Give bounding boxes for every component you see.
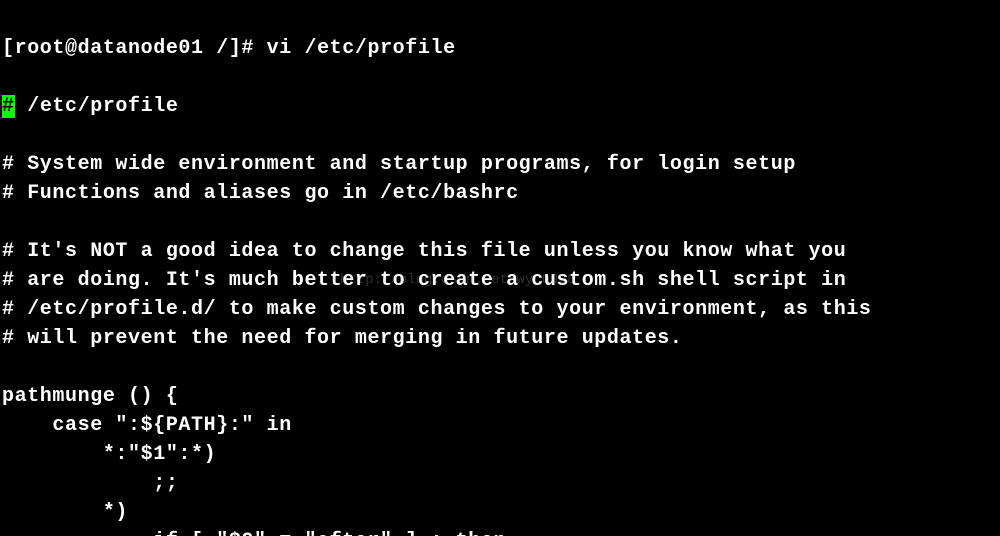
file-line: pathmunge () { (2, 385, 178, 408)
file-line: ;; (2, 472, 178, 495)
file-line: *) (2, 501, 128, 524)
file-line: # are doing. It's much better to create … (2, 269, 846, 292)
terminal-window[interactable]: [root@datanode01 /]# vi /etc/profile # /… (0, 0, 1000, 536)
file-line: *:"$1":*) (2, 443, 216, 466)
command-text: vi /etc/profile (267, 37, 456, 60)
file-line: # Functions and aliases go in /etc/bashr… (2, 182, 519, 205)
vi-cursor: # (2, 95, 15, 118)
file-header: /etc/profile (15, 95, 179, 118)
file-line: # System wide environment and startup pr… (2, 153, 796, 176)
file-line: case ":${PATH}:" in (2, 414, 292, 437)
file-line: # will prevent the need for merging in f… (2, 327, 683, 350)
file-line: # It's NOT a good idea to change this fi… (2, 240, 846, 263)
shell-prompt: [root@datanode01 /]# (2, 37, 267, 60)
file-line: if [ "$2" = "after" ] ; then (2, 530, 506, 536)
file-line: # /etc/profile.d/ to make custom changes… (2, 298, 872, 321)
